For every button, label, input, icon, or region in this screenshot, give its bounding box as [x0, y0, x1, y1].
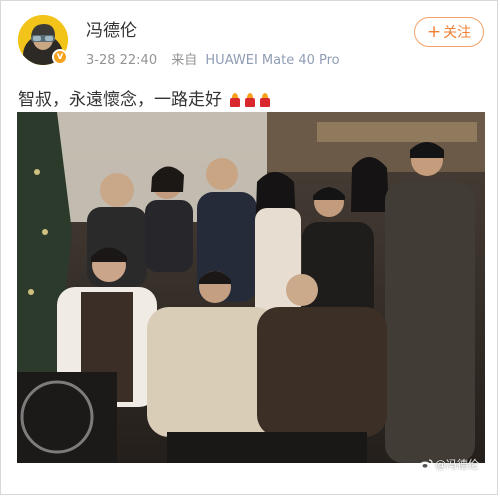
post-text: 智叔，永遠懷念，一路走好 — [18, 85, 274, 112]
weibo-watermark: @冯德伦 — [419, 456, 479, 472]
follow-button-label: 关注 — [443, 25, 472, 41]
verified-badge: v — [52, 49, 68, 65]
candle-emojis — [229, 92, 274, 112]
candle-emoji-icon — [259, 93, 271, 107]
candle-emoji-icon — [229, 93, 241, 107]
source-device[interactable]: HUAWEI Mate 40 Pro — [205, 53, 339, 68]
plus-icon: + — [426, 22, 442, 42]
follow-button[interactable]: + 关注 — [414, 17, 484, 47]
weibo-logo-icon — [419, 459, 433, 470]
watermark-text: @冯德伦 — [435, 458, 479, 471]
weibo-post-card: v 冯德伦 3-28 22:40 来自 HUAWEI Mate 40 Pro +… — [0, 0, 498, 495]
post-photo[interactable] — [17, 112, 485, 463]
source-label: 来自 — [171, 53, 198, 68]
candle-emoji-icon — [244, 93, 256, 107]
post-timestamp: 3-28 22:40 — [86, 53, 158, 68]
post-text-body: 智叔，永遠懷念，一路走好 — [18, 90, 222, 110]
post-meta: 3-28 22:40 来自 HUAWEI Mate 40 Pro — [86, 49, 340, 68]
author-name[interactable]: 冯德伦 — [86, 16, 137, 41]
